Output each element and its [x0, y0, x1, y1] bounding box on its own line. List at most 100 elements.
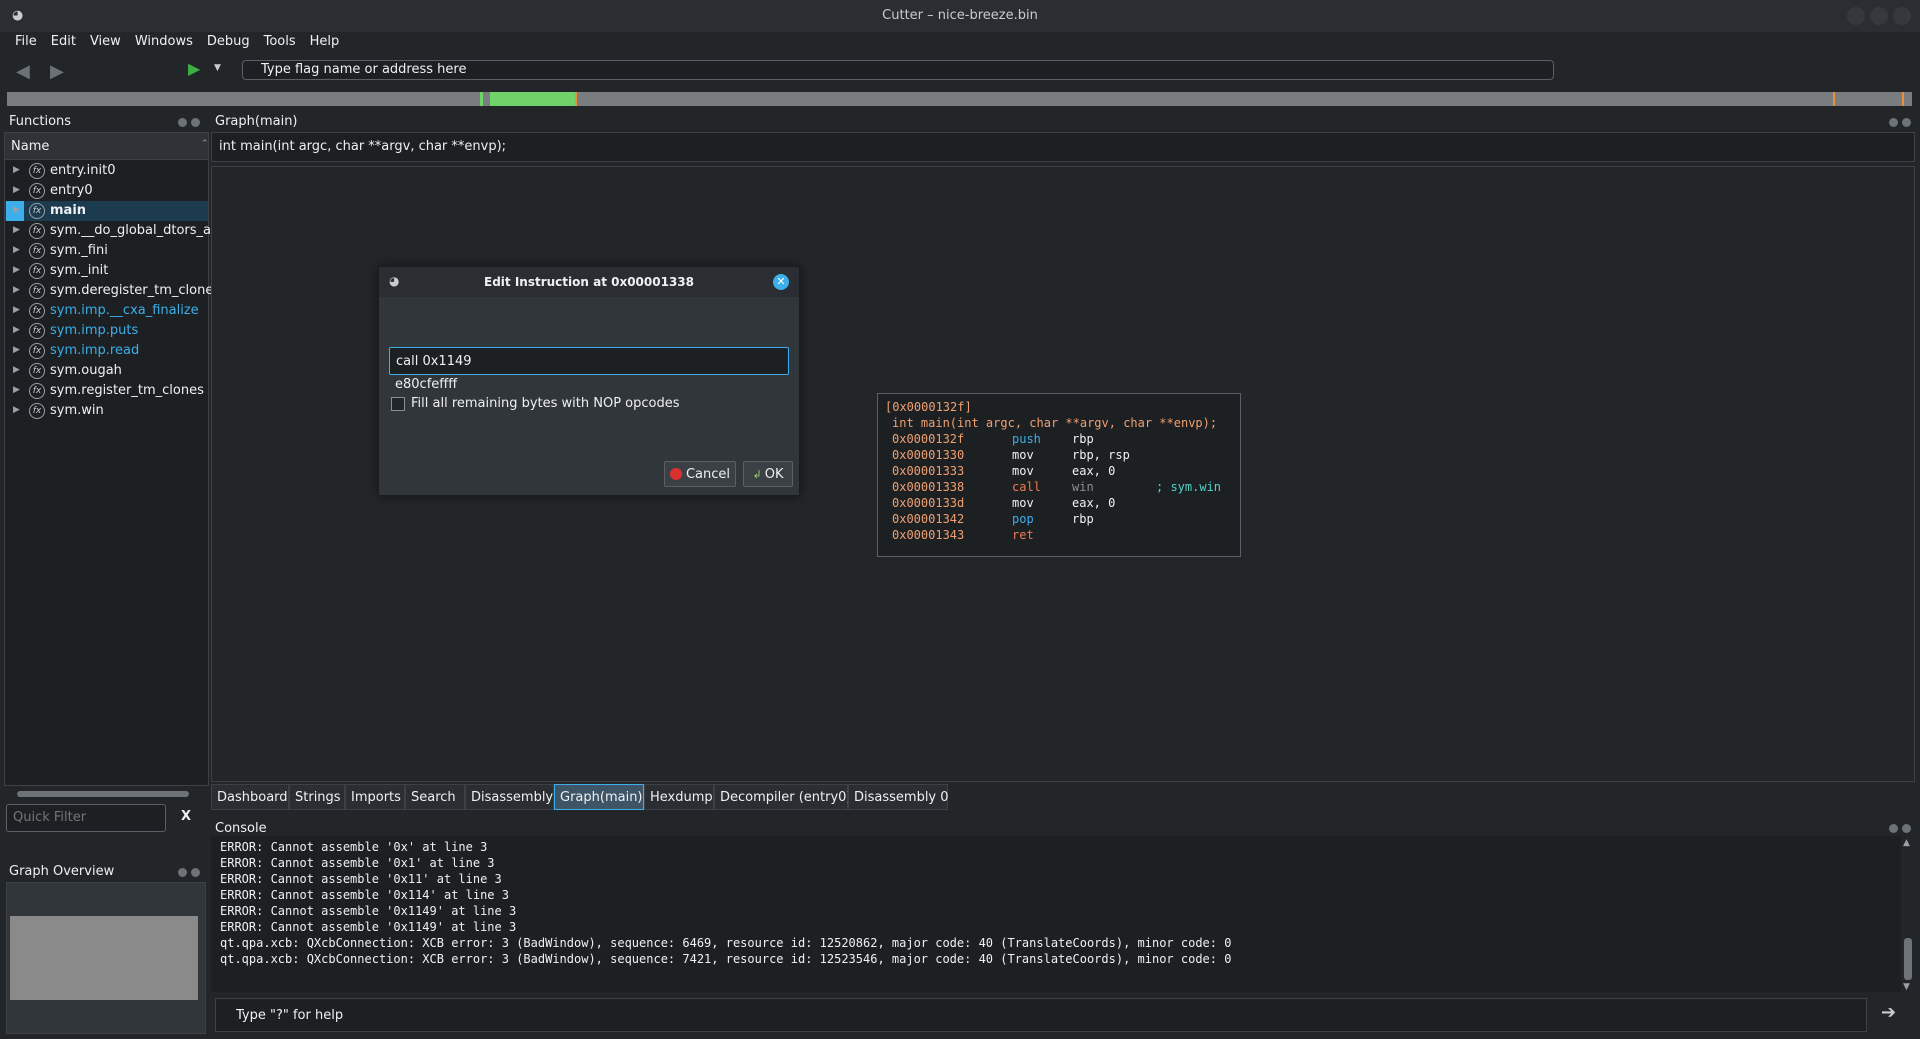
close-icon[interactable] [191, 868, 200, 877]
instruction-mnemonic[interactable]: call [1012, 480, 1041, 494]
scrollbar-thumb[interactable] [1904, 938, 1912, 980]
function-item[interactable]: ▶ fx sym.win [5, 401, 208, 421]
menu-tools[interactable]: Tools [264, 34, 296, 49]
close-icon[interactable]: ✕ [773, 274, 789, 290]
expand-icon[interactable]: ▶ [13, 285, 20, 295]
instruction-operands[interactable]: eax, 0 [1072, 464, 1115, 478]
instruction-operands[interactable]: rbp [1072, 512, 1094, 526]
instruction-input[interactable] [390, 348, 782, 374]
close-icon[interactable] [1902, 824, 1911, 833]
menu-debug[interactable]: Debug [207, 34, 250, 49]
tab-decompiler-entry0[interactable]: Decompiler (entry0) [714, 784, 852, 810]
tab-disassembly-0[interactable]: Disassembly 0 [848, 784, 949, 810]
flag-address-input[interactable] [243, 61, 1541, 77]
close-icon[interactable] [191, 118, 200, 127]
quick-filter[interactable] [6, 804, 166, 832]
horizontal-scrollbar[interactable] [17, 791, 189, 797]
menu-edit[interactable]: Edit [51, 34, 76, 49]
float-icon[interactable] [178, 118, 187, 127]
tab-search[interactable]: Search [405, 784, 465, 810]
clear-filter-button[interactable]: X [181, 809, 191, 824]
instruction-address[interactable]: 0x00001343 [892, 528, 964, 542]
instruction-mnemonic[interactable]: mov [1012, 448, 1034, 462]
expand-icon[interactable]: ▶ [13, 405, 20, 415]
function-item[interactable]: ▶ fx sym._fini [5, 241, 208, 261]
quick-filter-input[interactable] [7, 805, 163, 825]
function-item[interactable]: ▶ fx sym.ougah [5, 361, 208, 381]
function-item[interactable]: ▶ fx sym._init [5, 261, 208, 281]
instruction-address[interactable]: 0x00001338 [892, 480, 964, 494]
menu-file[interactable]: File [15, 34, 37, 49]
nop-fill-checkbox[interactable] [391, 397, 405, 411]
graph-node[interactable]: [0x0000132f] int main(int argc, char **a… [877, 393, 1241, 557]
instruction-address[interactable]: 0x0000133d [892, 496, 964, 510]
instruction-address[interactable]: 0x0000132f [892, 432, 964, 446]
function-item[interactable]: ▶ fx sym.imp.puts [5, 321, 208, 341]
function-item[interactable]: ▶ fx main [5, 201, 208, 221]
instruction-operands[interactable]: win [1072, 480, 1094, 494]
expand-icon[interactable]: ▶ [13, 365, 20, 375]
instruction-mnemonic[interactable]: ret [1012, 528, 1034, 542]
scroll-down-icon[interactable]: ▼ [1903, 982, 1910, 992]
ok-button[interactable]: ↲ OK [743, 461, 793, 487]
expand-icon[interactable]: ▶ [13, 265, 20, 275]
float-icon[interactable] [1889, 118, 1898, 127]
instruction-operands[interactable]: eax, 0 [1072, 496, 1115, 510]
tab-dashboard[interactable]: Dashboard [211, 784, 289, 810]
instruction-mnemonic[interactable]: pop [1012, 512, 1034, 526]
flag-address-search[interactable] [242, 60, 1554, 80]
expand-icon[interactable]: ▶ [13, 245, 20, 255]
instruction-address[interactable]: 0x00001333 [892, 464, 964, 478]
function-item[interactable]: ▶ fx sym.__do_global_dtors_au [5, 221, 219, 241]
close-icon[interactable] [1902, 118, 1911, 127]
functions-column-header[interactable]: Name ⌃ [5, 133, 209, 160]
float-icon[interactable] [178, 868, 187, 877]
console-scrollbar[interactable]: ▲ ▼ [1902, 838, 1914, 992]
instruction-address[interactable]: 0x00001330 [892, 448, 964, 462]
back-arrow-icon[interactable]: ◀ [16, 61, 30, 82]
function-item[interactable]: ▶ fx sym.imp.__cxa_finalize [5, 301, 208, 321]
instruction-address[interactable]: 0x00001342 [892, 512, 964, 526]
execute-arrow-icon[interactable]: ➔ [1881, 1002, 1896, 1023]
minimize-button[interactable] [1847, 7, 1865, 25]
play-icon[interactable]: ▶ [188, 59, 200, 78]
instruction-mnemonic[interactable]: mov [1012, 496, 1034, 510]
menu-help[interactable]: Help [310, 34, 340, 49]
expand-icon[interactable]: ▶ [13, 225, 20, 235]
function-item[interactable]: ▶ fx entry.init0 [5, 161, 208, 181]
console-input[interactable] [216, 999, 1836, 1023]
menu-windows[interactable]: Windows [135, 34, 193, 49]
tab-disassembly[interactable]: Disassembly [465, 784, 554, 810]
instruction-field[interactable] [389, 347, 789, 375]
tab-strings[interactable]: Strings [289, 784, 345, 810]
dock-controls[interactable] [1889, 116, 1915, 128]
expand-icon[interactable]: ▶ [13, 305, 20, 315]
float-icon[interactable] [1889, 824, 1898, 833]
function-item[interactable]: ▶ fx sym.imp.read [5, 341, 208, 361]
expand-icon[interactable]: ▶ [13, 385, 20, 395]
tab-hexdump[interactable]: Hexdump [644, 784, 714, 810]
graph-overview-viewport[interactable] [10, 916, 198, 1000]
scroll-up-icon[interactable]: ▲ [1903, 838, 1910, 848]
forward-arrow-icon[interactable]: ▶ [50, 61, 64, 82]
menu-view[interactable]: View [90, 34, 121, 49]
expand-icon[interactable]: ▶ [13, 205, 20, 215]
instruction-operands[interactable]: rbp, rsp [1072, 448, 1130, 462]
dock-controls[interactable] [178, 116, 204, 128]
tab-graph-main[interactable]: Graph(main) [554, 784, 644, 810]
close-window-button[interactable] [1893, 7, 1911, 25]
maximize-button[interactable] [1870, 7, 1888, 25]
dock-controls[interactable] [178, 866, 204, 878]
expand-icon[interactable]: ▶ [13, 185, 20, 195]
expand-icon[interactable]: ▶ [13, 345, 20, 355]
cancel-button[interactable]: Cancel [664, 461, 736, 487]
function-item[interactable]: ▶ fx entry0 [5, 181, 208, 201]
function-item[interactable]: ▶ fx sym.register_tm_clones [5, 381, 208, 401]
instruction-mnemonic[interactable]: mov [1012, 464, 1034, 478]
instruction-mnemonic[interactable]: push [1012, 432, 1041, 446]
expand-icon[interactable]: ▶ [13, 325, 20, 335]
expand-icon[interactable]: ▶ [13, 165, 20, 175]
chevron-down-icon[interactable]: ▼ [214, 63, 221, 73]
function-item[interactable]: ▶ fx sym.deregister_tm_clones [5, 281, 220, 301]
dock-controls[interactable] [1889, 822, 1915, 834]
